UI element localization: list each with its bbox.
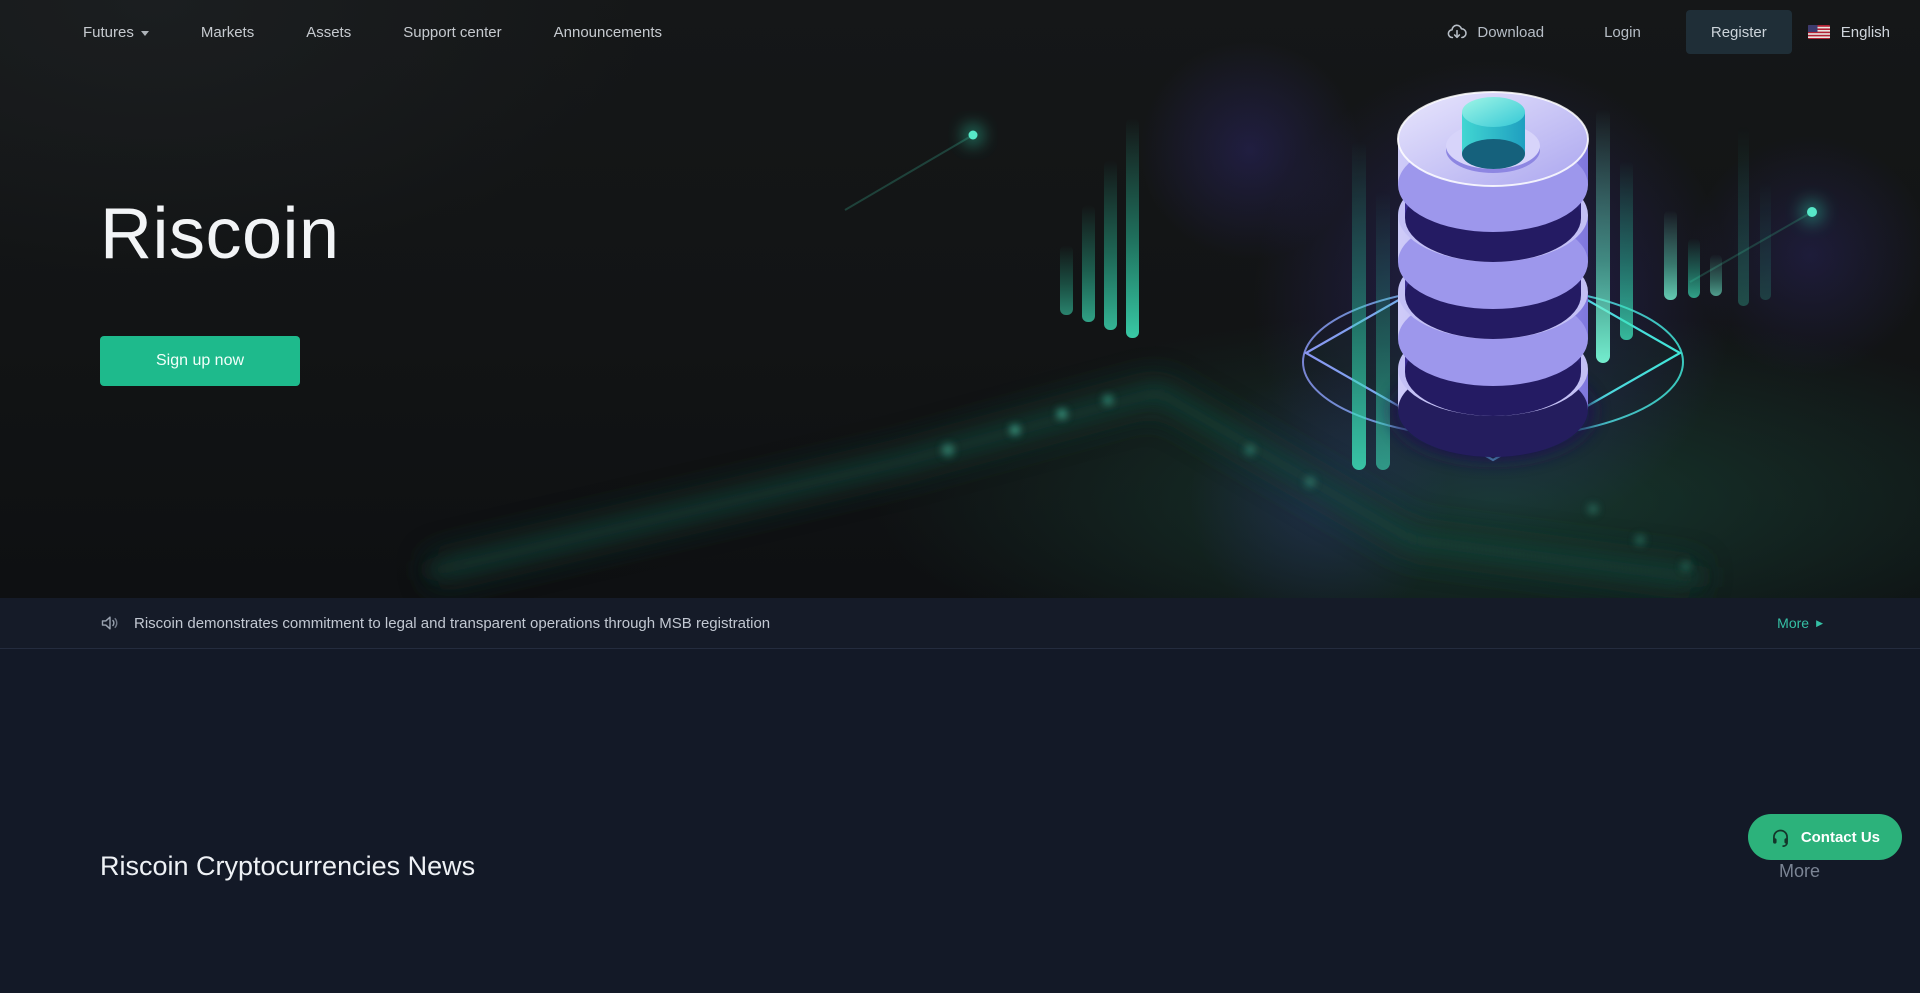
hero-illustration-database [0,0,1920,598]
download-label: Download [1477,24,1544,41]
nav-item-label: Markets [201,24,254,41]
nav-item-label: Assets [306,24,351,41]
news-section: Riscoin Cryptocurrencies News More [0,649,1920,993]
nav-item-label: Futures [83,24,134,41]
news-more-link[interactable]: More [1779,861,1820,882]
hero-section: Futures Markets Assets Support center An… [0,0,1920,598]
nav-item-support-center[interactable]: Support center [403,24,501,41]
news-header-row: Riscoin Cryptocurrencies News More [0,649,1920,882]
sign-up-button[interactable]: Sign up now [100,336,300,386]
play-arrow-icon: ▶ [1816,619,1823,628]
language-label: English [1841,24,1890,41]
nav-actions: Download Login Register English [1446,10,1890,54]
page: Futures Markets Assets Support center An… [0,0,1920,993]
announcement-bar: Riscoin demonstrates commitment to legal… [0,598,1920,649]
headset-icon [1770,827,1791,848]
nav-item-assets[interactable]: Assets [306,24,351,41]
caret-down-icon [141,31,149,36]
nav-links: Futures Markets Assets Support center An… [83,24,662,41]
language-selector[interactable]: English [1808,24,1890,41]
contact-us-label: Contact Us [1801,829,1880,846]
login-link[interactable]: Login [1604,24,1641,41]
contact-us-button[interactable]: Contact Us [1748,814,1902,860]
nav-item-futures[interactable]: Futures [83,24,149,41]
cloud-download-icon [1446,21,1468,43]
nav-item-markets[interactable]: Markets [201,24,254,41]
us-flag-icon [1808,25,1830,39]
database-stack [1391,92,1595,462]
more-label: More [1777,615,1809,631]
top-navbar: Futures Markets Assets Support center An… [0,0,1920,64]
announcement-text: Riscoin demonstrates commitment to legal… [134,615,770,632]
hero-title: Riscoin [100,198,340,270]
download-link[interactable]: Download [1446,21,1544,43]
nav-item-label: Support center [403,24,501,41]
register-button[interactable]: Register [1686,10,1792,54]
news-section-title: Riscoin Cryptocurrencies News [100,851,475,882]
announcement-more-link[interactable]: More ▶ [1777,615,1823,631]
nav-item-label: Announcements [554,24,662,41]
speaker-icon [100,613,120,633]
nav-item-announcements[interactable]: Announcements [554,24,662,41]
